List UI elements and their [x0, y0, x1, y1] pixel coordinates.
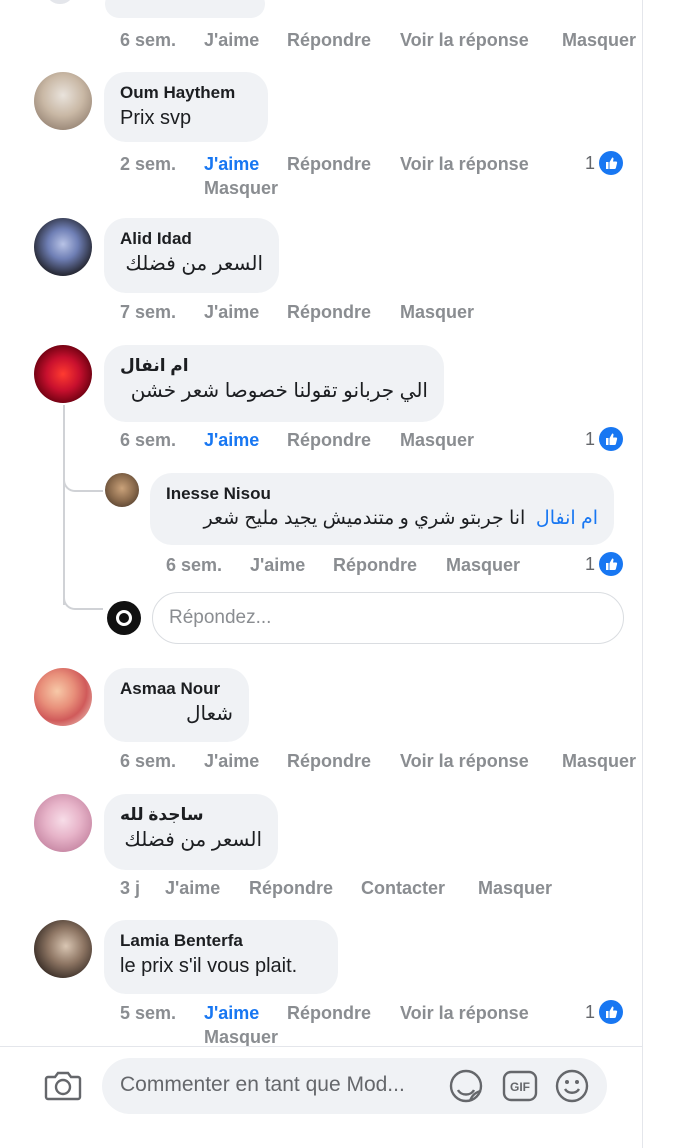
- see-reply-link[interactable]: Voir la réponse: [400, 154, 529, 175]
- like-reaction-icon: [599, 1000, 624, 1024]
- like-button[interactable]: J'aime: [204, 302, 259, 323]
- reaction-count[interactable]: 1: [585, 1000, 624, 1024]
- comment-bubble: [105, 0, 265, 18]
- see-reply-link[interactable]: Voir la réponse: [400, 1003, 529, 1024]
- comment-text: Prix svp: [120, 107, 192, 129]
- reply-body: انا جربتو شري و متندميش يجيد مليح شعر: [203, 508, 526, 529]
- hide-button[interactable]: Masquer: [562, 751, 636, 772]
- like-button[interactable]: J'aime: [204, 751, 259, 772]
- avatar[interactable]: [34, 218, 92, 276]
- comment-text: le prix s'il vous plait.: [120, 955, 298, 977]
- comment-time[interactable]: 2 sem.: [120, 154, 176, 175]
- reaction-count[interactable]: 1: [585, 552, 624, 576]
- reaction-number: 1: [585, 553, 596, 574]
- like-button[interactable]: J'aime: [204, 30, 259, 51]
- like-button[interactable]: J'aime: [165, 878, 220, 899]
- reply-time[interactable]: 6 sem.: [166, 555, 222, 576]
- avatar[interactable]: [34, 920, 92, 978]
- like-reaction-icon: [599, 427, 624, 451]
- comment-author[interactable]: Oum Haythem: [120, 82, 252, 104]
- see-reply-link[interactable]: Voir la réponse: [400, 30, 529, 51]
- hide-button[interactable]: Masquer: [446, 555, 520, 576]
- avatar[interactable]: [34, 794, 92, 852]
- like-button[interactable]: J'aime: [204, 430, 259, 451]
- reaction-number: 1: [585, 1001, 596, 1022]
- hide-button[interactable]: Masquer: [400, 430, 474, 451]
- comment-composer[interactable]: Commenter en tant que Mod... GIF: [102, 1058, 607, 1114]
- reply-input[interactable]: Répondez...: [152, 592, 624, 644]
- reply-button[interactable]: Répondre: [287, 154, 371, 175]
- emoji-icon[interactable]: [554, 1068, 590, 1109]
- contact-link[interactable]: Contacter: [361, 878, 445, 899]
- sticker-icon[interactable]: [448, 1068, 484, 1109]
- hide-button[interactable]: Masquer: [204, 178, 278, 199]
- thread-line: [63, 405, 65, 605]
- comment-bubble: Oum Haythem Prix svp: [104, 72, 268, 142]
- reply-button[interactable]: Répondre: [287, 302, 371, 323]
- comment-bubble: Lamia Benterfa le prix s'il vous plait.: [104, 920, 338, 994]
- reply-button[interactable]: Répondre: [287, 751, 371, 772]
- current-user-avatar[interactable]: [107, 601, 141, 635]
- avatar-logo-icon: [116, 610, 132, 626]
- reaction-number: 1: [585, 152, 596, 173]
- see-reply-link[interactable]: Voir la réponse: [400, 751, 529, 772]
- avatar[interactable]: [48, 0, 72, 4]
- comment-author[interactable]: ام انفال: [120, 355, 428, 377]
- comment-bubble: ام انفال الي جربانو تقولنا خصوصا شعر خشن: [104, 345, 444, 422]
- reply-button[interactable]: Répondre: [287, 30, 371, 51]
- hide-button[interactable]: Masquer: [478, 878, 552, 899]
- reaction-count[interactable]: 1: [585, 151, 624, 175]
- comment-bubble: Asmaa Nour شعال: [104, 668, 249, 742]
- reaction-count[interactable]: 1: [585, 427, 624, 451]
- reaction-number: 1: [585, 428, 596, 449]
- comment-text: السعر من فضلك: [125, 253, 263, 275]
- like-button[interactable]: J'aime: [250, 555, 305, 576]
- like-button[interactable]: J'aime: [204, 1003, 259, 1024]
- thread-connector: [63, 480, 103, 492]
- gif-icon[interactable]: GIF: [502, 1070, 538, 1107]
- reply-button[interactable]: Répondre: [287, 1003, 371, 1024]
- comment-author[interactable]: Alid Idad: [120, 228, 263, 250]
- avatar[interactable]: [34, 668, 92, 726]
- reply-bubble: Inesse Nisou ام انفال انا جربتو شري و مت…: [150, 473, 614, 545]
- comment-text: السعر من فضلك: [124, 829, 262, 851]
- reply-button[interactable]: Répondre: [333, 555, 417, 576]
- reply-button[interactable]: Répondre: [249, 878, 333, 899]
- avatar[interactable]: [34, 345, 92, 403]
- reply-button[interactable]: Répondre: [287, 430, 371, 451]
- reply-text: ام انفال انا جربتو شري و متندميش يجيد مل…: [166, 505, 598, 533]
- comment-time[interactable]: 6 sem.: [120, 30, 176, 51]
- thread-connector: [63, 596, 103, 610]
- like-reaction-icon: [599, 151, 624, 175]
- comment-author[interactable]: Lamia Benterfa: [120, 930, 322, 952]
- comment-bubble: Alid Idad السعر من فضلك: [104, 218, 279, 293]
- comments-panel: 6 sem. J'aime Répondre Voir la réponse M…: [0, 0, 643, 1148]
- mention-link[interactable]: ام انفال: [536, 508, 598, 529]
- comment-text: الي جربانو تقولنا خصوصا شعر خشن: [130, 380, 428, 402]
- like-button[interactable]: J'aime: [204, 154, 259, 175]
- avatar[interactable]: [105, 473, 139, 507]
- svg-text:GIF: GIF: [510, 1080, 530, 1094]
- comment-time[interactable]: 3 j: [120, 878, 140, 899]
- comment-time[interactable]: 5 sem.: [120, 1003, 176, 1024]
- hide-button[interactable]: Masquer: [400, 302, 474, 323]
- comment-author[interactable]: ساجدة لله: [120, 804, 262, 826]
- composer-input[interactable]: Commenter en tant que Mod...: [120, 1073, 405, 1097]
- hide-button[interactable]: Masquer: [562, 30, 636, 51]
- comment-time[interactable]: 6 sem.: [120, 751, 176, 772]
- comment-bubble: ساجدة لله السعر من فضلك: [104, 794, 278, 870]
- comment-text: شعال: [185, 703, 233, 725]
- hide-button[interactable]: Masquer: [204, 1027, 278, 1048]
- like-reaction-icon: [599, 552, 624, 576]
- comment-author[interactable]: Asmaa Nour: [120, 678, 233, 700]
- comment-time[interactable]: 6 sem.: [120, 430, 176, 451]
- avatar[interactable]: [34, 72, 92, 130]
- composer-divider: [0, 1046, 642, 1047]
- reply-author[interactable]: Inesse Nisou: [166, 483, 598, 505]
- comment-time[interactable]: 7 sem.: [120, 302, 176, 323]
- camera-icon[interactable]: [44, 1068, 82, 1107]
